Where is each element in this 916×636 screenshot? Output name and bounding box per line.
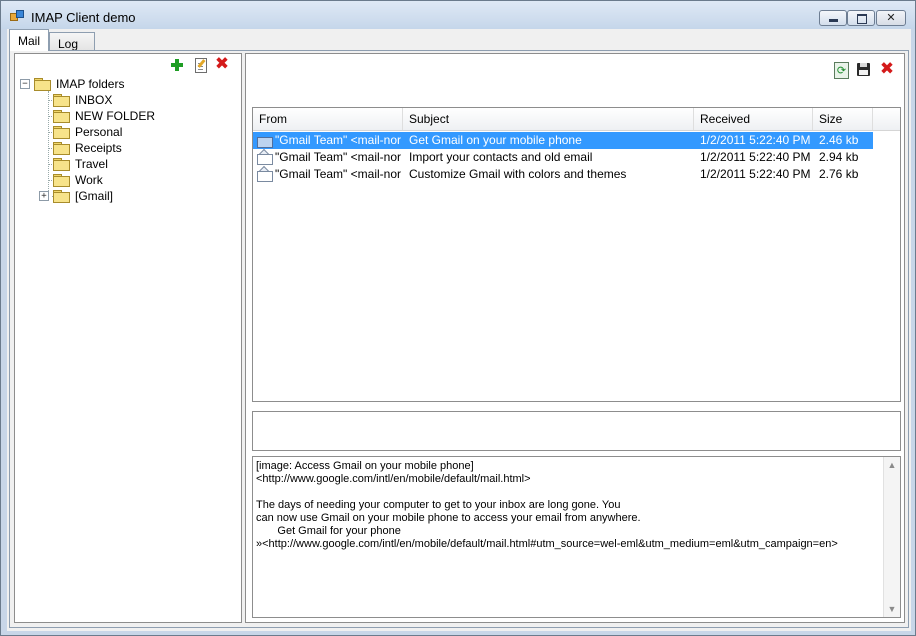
- tree-node-personal[interactable]: Personal: [15, 124, 235, 140]
- body-scrollbar[interactable]: ▲ ▼: [883, 457, 900, 617]
- column-header-received[interactable]: Received: [694, 108, 813, 130]
- folder-icon: [53, 174, 70, 187]
- title-bar[interactable]: IMAP Client demo ✕: [1, 1, 915, 29]
- scroll-up-icon[interactable]: ▲: [884, 457, 900, 473]
- delete-message-icon[interactable]: ✖: [879, 60, 895, 78]
- message-header-box[interactable]: [252, 411, 901, 451]
- table-row[interactable]: "Gmail Team" <mail-nore... Import your c…: [253, 148, 873, 166]
- cell-from: "Gmail Team" <mail-nore...: [275, 167, 401, 181]
- folder-icon: [53, 158, 70, 171]
- app-icon: [10, 10, 24, 22]
- rename-folder-icon[interactable]: [192, 57, 208, 73]
- tree-node-label: Work: [75, 173, 103, 187]
- tree-node-label: IMAP folders: [56, 77, 125, 91]
- message-list: From Subject Received Size "Gmail Team" …: [252, 107, 901, 402]
- mail-open-icon: [256, 148, 273, 165]
- refresh-icon[interactable]: ⟳: [833, 62, 849, 79]
- expand-icon[interactable]: +: [39, 191, 49, 201]
- mail-icon: [257, 134, 273, 148]
- close-button[interactable]: ✕: [876, 10, 906, 26]
- folder-icon: [53, 142, 70, 155]
- mail-open-icon: [256, 165, 273, 182]
- minimize-icon: [829, 19, 838, 22]
- cell-received: 1/2/2011 5:22:40 PM: [700, 150, 811, 164]
- close-icon: ✕: [886, 12, 896, 24]
- cell-size: 2.46 kb: [819, 133, 859, 147]
- tab-log[interactable]: Log: [49, 32, 95, 52]
- tree-node-label: [Gmail]: [75, 189, 114, 203]
- tab-mail-label: Mail: [18, 34, 41, 48]
- table-row[interactable]: "Gmail Team" <mail-nore... Get Gmail on …: [253, 132, 873, 149]
- cell-from: "Gmail Team" <mail-nore...: [275, 133, 401, 147]
- tree-node-travel[interactable]: Travel: [15, 156, 235, 172]
- tab-mail[interactable]: Mail: [9, 29, 50, 51]
- cell-received: 1/2/2011 5:22:40 PM: [700, 167, 811, 181]
- client-area: Mail Log ✖ − IMAP folders INBOX NEW FOLD…: [7, 29, 911, 631]
- cell-size: 2.94 kb: [819, 150, 859, 164]
- save-icon[interactable]: [856, 62, 872, 78]
- folder-icon: [53, 190, 70, 203]
- app-window: IMAP Client demo ✕ Mail Log ✖ − IMAP fol…: [0, 0, 916, 636]
- column-header-from[interactable]: From: [253, 108, 403, 130]
- cell-subject: Import your contacts and old email: [409, 150, 593, 164]
- table-row[interactable]: "Gmail Team" <mail-nore... Customize Gma…: [253, 165, 873, 183]
- tree-node-receipts[interactable]: Receipts: [15, 140, 235, 156]
- messages-panel: ⟳ ✖ From Subject Received Size "Gmail Te…: [245, 53, 905, 623]
- window-title: IMAP Client demo: [31, 10, 136, 25]
- tree-node-label: Personal: [75, 125, 123, 139]
- tree-node-label: INBOX: [75, 93, 113, 107]
- mail-tab-page: ✖ − IMAP folders INBOX NEW FOLDER Person…: [9, 50, 909, 628]
- tree-node-label: Receipts: [75, 141, 122, 155]
- folder-icon: [53, 126, 70, 139]
- tree-node-gmail[interactable]: + [Gmail]: [15, 188, 235, 204]
- message-list-header: From Subject Received Size: [253, 108, 900, 131]
- tree-node-label: NEW FOLDER: [75, 109, 156, 123]
- cell-subject: Get Gmail on your mobile phone: [409, 133, 582, 147]
- tree-node-work[interactable]: Work: [15, 172, 235, 188]
- cell-subject: Customize Gmail with colors and themes: [409, 167, 627, 181]
- tree-node-root[interactable]: − IMAP folders: [15, 76, 235, 92]
- tab-log-label: Log: [58, 37, 79, 51]
- collapse-icon[interactable]: −: [20, 79, 30, 89]
- tree-node-inbox[interactable]: INBOX: [15, 92, 235, 108]
- folders-panel: ✖ − IMAP folders INBOX NEW FOLDER Person…: [14, 53, 242, 623]
- folder-icon: [53, 94, 70, 107]
- message-body-text: [image: Access Gmail on your mobile phon…: [256, 460, 838, 550]
- message-body-box[interactable]: [image: Access Gmail on your mobile phon…: [252, 456, 901, 618]
- minimize-button[interactable]: [819, 10, 847, 26]
- add-folder-icon[interactable]: [169, 57, 185, 73]
- maximize-button[interactable]: [847, 10, 875, 26]
- scroll-down-icon[interactable]: ▼: [884, 601, 900, 617]
- folder-icon: [34, 78, 51, 91]
- folder-icon: [53, 110, 70, 123]
- maximize-icon: [857, 14, 867, 24]
- cell-from: "Gmail Team" <mail-nore...: [275, 150, 401, 164]
- column-header-subject[interactable]: Subject: [403, 108, 694, 130]
- tree-node-new-folder[interactable]: NEW FOLDER: [15, 108, 235, 124]
- cell-received: 1/2/2011 5:22:40 PM: [700, 133, 811, 147]
- cell-size: 2.76 kb: [819, 167, 859, 181]
- column-header-size[interactable]: Size: [813, 108, 873, 130]
- tree-node-label: Travel: [75, 157, 108, 171]
- delete-folder-icon[interactable]: ✖: [214, 55, 230, 73]
